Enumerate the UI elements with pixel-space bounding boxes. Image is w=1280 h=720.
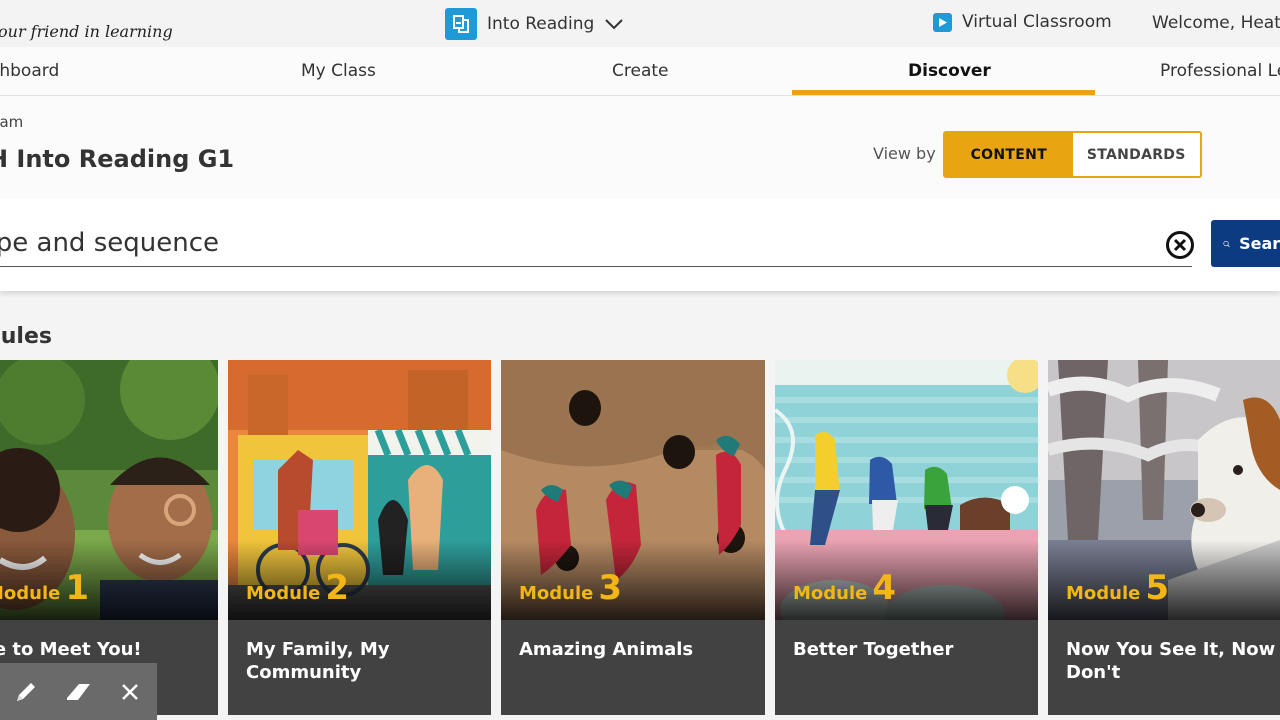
active-tab-indicator [792,90,1095,95]
search-button-label: Search [1239,234,1280,253]
module-label: Module1 [0,568,89,608]
program-caption: Program [0,113,24,131]
program-header: Program HMH Into Reading G1 View by CONT… [0,96,1280,198]
module-number: 2 [325,568,350,608]
module-number: 3 [598,568,623,608]
virtual-classroom-link[interactable]: Virtual Classroom [933,12,1112,32]
module-label: Module 3 [519,568,622,608]
search-input[interactable]: scope and sequence [0,228,219,258]
chevron-down-icon [605,19,623,30]
program-switcher[interactable]: Into Reading [445,8,624,40]
top-bar: our friend in learning Into Reading Virt… [0,0,1280,47]
module-title: My Family, My Community [246,639,390,683]
module-label: Module 5 [1066,568,1169,608]
close-icon[interactable] [104,663,156,720]
view-by-standards-button[interactable]: STANDARDS [1072,133,1200,176]
module-card-1[interactable]: Module1 Nice to Meet You! [0,360,218,715]
tab-create[interactable]: Create [612,47,669,95]
page-title: HMH Into Reading G1 [0,145,235,173]
module-number: 1 [65,568,90,608]
search-input-underline [0,266,1192,267]
book-icon [445,8,477,40]
module-title: Nice to Meet You! [0,639,142,660]
module-card-5[interactable]: Module5 Now You See It, Now You Don't [1048,360,1280,715]
module-card-3[interactable]: Module 3 Amazing Animals [501,360,765,715]
pencil-icon[interactable] [0,663,52,720]
welcome-user-menu[interactable]: Welcome, Heath [1152,13,1280,33]
module-label: Module 2 [246,568,349,608]
search-icon [1223,240,1230,247]
tab-my-class[interactable]: My Class [301,47,376,95]
search-bar: scope and sequence Search [0,198,1280,291]
tab-professional-learning[interactable]: Professional Learning [1160,47,1280,95]
program-switcher-label: Into Reading [487,14,595,34]
module-title: Better Together [793,639,954,660]
module-card-4[interactable]: Module 4 Better Together [775,360,1038,715]
brand-tagline: our friend in learning [0,22,173,41]
module-title: Now You See It, Now You Don't [1066,639,1280,683]
view-by-content-button[interactable]: CONTENT [945,133,1073,176]
module-word: Module [793,583,868,604]
module-word: Module [246,583,321,604]
view-by-toggle: CONTENT STANDARDS [943,131,1202,178]
main-nav: Dashboard My Class Create Discover Profe… [0,47,1280,96]
module-word: Module [0,583,61,604]
tab-dashboard[interactable]: Dashboard [0,47,59,95]
modules-heading: Modules [0,324,52,349]
annotation-toolbar [0,663,157,720]
clear-search-icon[interactable] [1165,230,1195,260]
tab-discover[interactable]: Discover [908,47,991,95]
module-word: Module [1066,583,1141,604]
play-icon [933,12,952,32]
module-number: 4 [872,568,897,608]
module-title: Amazing Animals [519,639,694,660]
module-word: Module [519,583,594,604]
virtual-classroom-label: Virtual Classroom [962,12,1112,32]
module-card-2[interactable]: Module 2 My Family, My Community [228,360,491,715]
module-label: Module 4 [793,568,896,608]
search-button[interactable]: Search [1211,220,1280,267]
eraser-icon[interactable] [52,663,104,720]
view-by-label: View by [873,144,936,163]
module-number: 5 [1145,568,1170,608]
